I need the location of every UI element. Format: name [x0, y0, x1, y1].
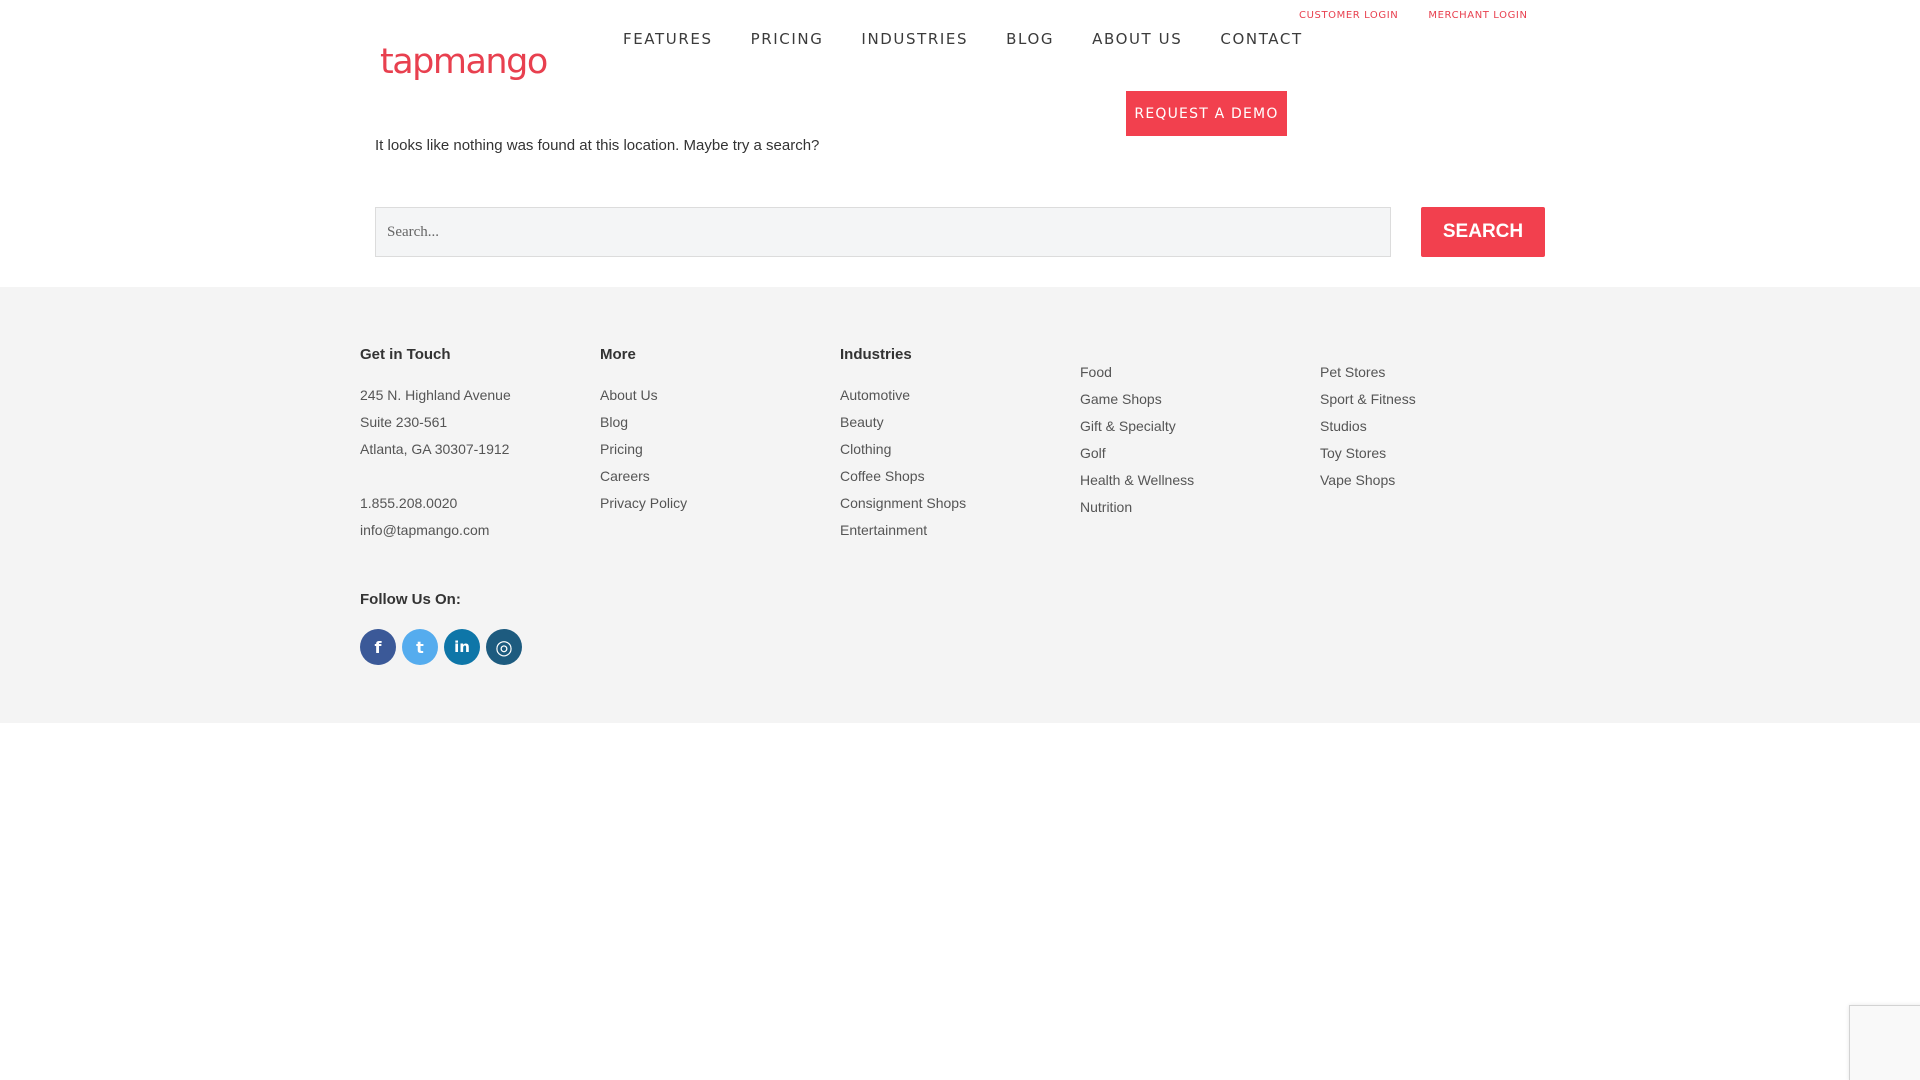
footer-industries-column-3: Pet Stores Sport & Fitness Studios Toy S…: [1320, 359, 1416, 494]
main-nav: FEATURES PRICING INDUSTRIES BLOG ABOUT U…: [623, 30, 1303, 48]
footer-link-careers[interactable]: Careers: [600, 463, 687, 490]
industry-link[interactable]: Entertainment: [840, 517, 966, 544]
logo-text: tapmango: [380, 42, 548, 82]
nav-contact[interactable]: CONTACT: [1220, 30, 1302, 48]
instagram-icon[interactable]: ◎: [486, 629, 522, 665]
logo[interactable]: tapmango: [380, 42, 548, 82]
search-button[interactable]: SEARCH: [1421, 207, 1545, 257]
top-links: CUSTOMER LOGIN MERCHANT LOGIN: [1299, 10, 1528, 21]
footer-link-about-us[interactable]: About Us: [600, 382, 687, 409]
industry-link[interactable]: Food: [1080, 359, 1194, 386]
industry-link[interactable]: Gift & Specialty: [1080, 413, 1194, 440]
footer-more-column: More About Us Blog Pricing Careers Priva…: [600, 346, 687, 517]
address-line-3: Atlanta, GA 30307-1912: [360, 441, 510, 457]
not-found-message: It looks like nothing was found at this …: [375, 137, 820, 154]
footer-industries-column: Industries Automotive Beauty Clothing Co…: [840, 346, 966, 544]
industry-link[interactable]: Game Shops: [1080, 386, 1194, 413]
customer-login-link[interactable]: CUSTOMER LOGIN: [1299, 10, 1398, 21]
twitter-icon[interactable]: t: [402, 629, 438, 665]
industries-title: Industries: [840, 346, 912, 363]
nav-about-us[interactable]: ABOUT US: [1092, 30, 1182, 48]
industry-link[interactable]: Studios: [1320, 413, 1416, 440]
recaptcha-badge[interactable]: [1849, 1005, 1920, 1080]
industry-link[interactable]: Clothing: [840, 436, 966, 463]
email-link[interactable]: info@tapmango.com: [360, 517, 511, 544]
facebook-icon[interactable]: f: [360, 629, 396, 665]
footer: Get in Touch 245 N. Highland Avenue Suit…: [0, 287, 1920, 723]
address-line-1: 245 N. Highland Avenue: [360, 387, 511, 403]
linkedin-icon[interactable]: in: [444, 629, 480, 665]
footer-contact-column: Get in Touch 245 N. Highland Avenue Suit…: [360, 346, 511, 544]
industry-link[interactable]: Beauty: [840, 409, 966, 436]
industry-link[interactable]: Consignment Shops: [840, 490, 966, 517]
social-links: f t in ◎: [360, 629, 522, 665]
nav-industries[interactable]: INDUSTRIES: [861, 30, 968, 48]
request-demo-button[interactable]: REQUEST A DEMO: [1126, 91, 1287, 136]
industry-link[interactable]: Toy Stores: [1320, 440, 1416, 467]
address-line-2: Suite 230-561: [360, 414, 448, 430]
industry-link[interactable]: Nutrition: [1080, 494, 1194, 521]
merchant-login-link[interactable]: MERCHANT LOGIN: [1428, 10, 1527, 21]
contact-title: Get in Touch: [360, 346, 451, 363]
industry-link[interactable]: Health & Wellness: [1080, 467, 1194, 494]
nav-blog[interactable]: BLOG: [1006, 30, 1054, 48]
nav-features[interactable]: FEATURES: [623, 30, 713, 48]
search-input[interactable]: [375, 207, 1391, 257]
industry-link[interactable]: Vape Shops: [1320, 467, 1416, 494]
footer-industries-column-2: Food Game Shops Gift & Specialty Golf He…: [1080, 359, 1194, 521]
footer-link-privacy-policy[interactable]: Privacy Policy: [600, 490, 687, 517]
footer-link-pricing[interactable]: Pricing: [600, 436, 687, 463]
industry-link[interactable]: Pet Stores: [1320, 359, 1416, 386]
more-title: More: [600, 346, 636, 363]
industry-link[interactable]: Golf: [1080, 440, 1194, 467]
industry-link[interactable]: Automotive: [840, 382, 966, 409]
nav-pricing[interactable]: PRICING: [751, 30, 824, 48]
industry-link[interactable]: Coffee Shops: [840, 463, 966, 490]
industry-link[interactable]: Sport & Fitness: [1320, 386, 1416, 413]
footer-link-blog[interactable]: Blog: [600, 409, 687, 436]
phone-link[interactable]: 1.855.208.0020: [360, 490, 511, 517]
follow-title: Follow Us On:: [360, 591, 461, 608]
